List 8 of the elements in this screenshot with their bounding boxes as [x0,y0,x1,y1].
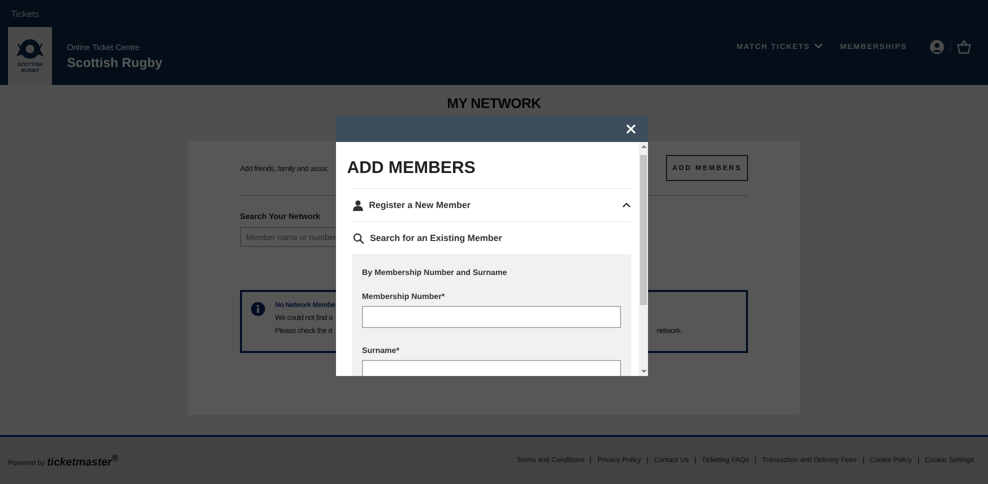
field-label: Membership Number* [362,292,446,301]
dialog-title: ADD MEMBERS [347,158,476,178]
page-title: MY NETWORK [447,95,541,113]
form-heading: By Membership Number and Surname [362,268,508,277]
field-label: Surname* [362,346,400,355]
site-title: Scottish Rugby [67,54,162,70]
site-subtitle: Online Ticket Centre [67,42,140,52]
search-label: Search Your Network [240,212,322,221]
